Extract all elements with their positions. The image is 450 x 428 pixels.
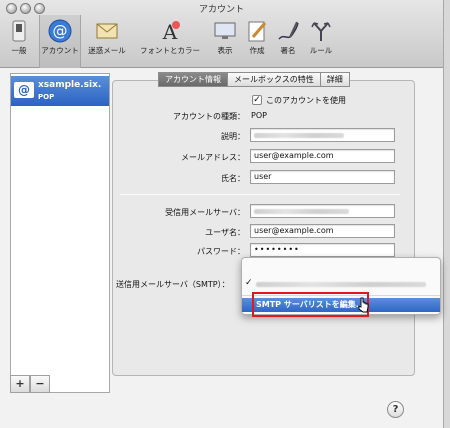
toolbar-rules-label: ルール <box>309 46 333 55</box>
toolbar-composing-label: 作成 <box>249 46 265 55</box>
toolbar-rules[interactable]: ルール <box>304 19 338 63</box>
account-type-value: POP <box>251 111 267 120</box>
email-label: メールアドレス： <box>181 153 245 162</box>
toolbar-general-label: 一般 <box>11 46 27 55</box>
toolbar-signatures[interactable]: 署名 <box>273 19 303 63</box>
password-label: パスワード： <box>197 247 245 256</box>
account-list-item[interactable]: @ xsample.six. POP <box>11 76 109 106</box>
account-list[interactable]: @ xsample.six. POP <box>10 73 110 393</box>
pointer-cursor-icon <box>357 297 369 315</box>
full-name-label: 氏名： <box>221 174 245 183</box>
tab-advanced[interactable]: 詳細 <box>320 72 350 87</box>
remove-account-button[interactable]: − <box>30 375 50 393</box>
signature-pen-icon <box>275 19 301 43</box>
toolbar-general[interactable]: 一般 <box>2 19 36 63</box>
toolbar-viewing[interactable]: 表示 <box>210 19 240 63</box>
account-at-icon: @ <box>14 82 34 98</box>
toolbar-accounts[interactable]: @ アカウント <box>38 19 82 63</box>
toolbar-fonts-colors[interactable]: A フォントとカラー <box>132 19 208 63</box>
section-divider <box>120 194 400 195</box>
toolbar-junk-mail-label: 迷惑メール <box>88 46 126 55</box>
svg-text:@: @ <box>53 22 68 40</box>
window-edge <box>443 0 450 428</box>
enable-account-label: このアカウントを使用 <box>266 96 346 105</box>
toolbar-viewing-label: 表示 <box>217 46 233 55</box>
at-sign-icon: @ <box>47 19 73 43</box>
smtp-server-label: 送信用メールサーバ（SMTP）： <box>116 280 230 289</box>
email-field[interactable]: user@example.com <box>250 149 395 163</box>
help-button[interactable]: ? <box>387 401 404 418</box>
description-label: 説明： <box>221 132 245 141</box>
smtp-server-menu-item[interactable] <box>256 280 426 289</box>
username-label: ユーザ名： <box>205 228 245 237</box>
tab-account-info[interactable]: アカウント情報 <box>158 72 228 87</box>
selected-checkmark-icon: ✓ <box>245 278 253 288</box>
toolbar-composing[interactable]: 作成 <box>242 19 272 63</box>
toolbar-junk-mail[interactable]: 迷惑メール <box>84 19 130 63</box>
display-icon <box>212 19 238 43</box>
toolbar-signatures-label: 署名 <box>280 46 296 55</box>
tab-mailbox-behaviors[interactable]: メールボックスの特性 <box>228 72 321 87</box>
rules-icon <box>308 19 334 43</box>
add-account-button[interactable]: + <box>10 375 30 393</box>
enable-account-checkbox[interactable]: ✓ <box>252 95 262 105</box>
annotation-highlight-box <box>252 292 369 317</box>
font-color-icon: A <box>157 19 183 43</box>
password-field[interactable]: •••••••• <box>250 243 395 257</box>
description-field[interactable] <box>250 128 395 142</box>
incoming-server-label: 受信用メールサーバ： <box>165 208 245 217</box>
account-type-label: アカウントの種類： <box>173 112 245 121</box>
account-kind: POP <box>38 93 55 101</box>
junk-mail-icon <box>94 19 120 43</box>
switch-icon <box>6 19 32 43</box>
tab-bar: アカウント情報 メールボックスの特性 詳細 <box>158 72 350 87</box>
account-list-buttons: + − <box>10 375 50 393</box>
window-title: アカウント <box>198 5 244 15</box>
username-field[interactable]: user@example.com <box>250 224 395 238</box>
toolbar-fonts-colors-label: フォントとカラー <box>140 46 200 55</box>
incoming-server-field[interactable] <box>250 204 395 218</box>
account-name: xsample.six. <box>38 80 102 90</box>
full-name-field[interactable]: user <box>250 170 395 184</box>
pencil-icon <box>244 19 270 43</box>
toolbar-accounts-label: アカウント <box>41 46 79 55</box>
